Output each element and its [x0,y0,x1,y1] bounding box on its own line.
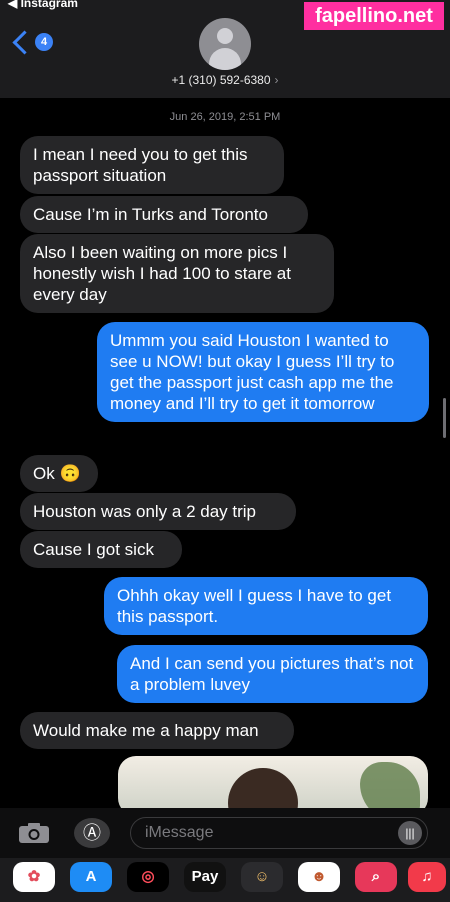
chevron-right-icon: › [274,73,279,87]
app-activity-icon[interactable]: ◎ [127,862,169,892]
message-bubble-incoming[interactable]: Cause I got sick [20,531,182,568]
app-store-drawer-icon[interactable]: A [70,862,112,892]
message-text: And I can send you pictures that’s not a… [130,654,414,694]
message-bubble-incoming[interactable]: Cause I’m in Turks and Toronto [20,196,308,233]
audio-waveform-icon[interactable]: ||| [398,821,422,845]
watermark: fapellino.net [304,2,444,30]
status-back-to-app[interactable]: ◀ Instagram [8,0,78,10]
message-text: Ummm you said Houston I wanted to see u … [110,331,395,413]
message-bubble-incoming[interactable]: Ok 🙃 [20,455,98,492]
message-bubble-outgoing[interactable]: Ohhh okay well I guess I have to get thi… [104,577,428,635]
message-input-placeholder: iMessage [145,824,214,841]
message-text: Cause I’m in Turks and Toronto [33,205,268,224]
unread-count-badge: 4 [35,33,53,51]
photo-attachment[interactable] [118,756,428,816]
message-bubble-outgoing[interactable]: And I can send you pictures that’s not a… [117,645,428,703]
message-bubble-incoming[interactable]: Also I been waiting on more pics I hones… [20,234,334,313]
message-text: Cause I got sick [33,540,154,559]
chevron-left-icon [12,29,37,55]
app-apple-pay-icon[interactable]: Pay [184,862,226,892]
contact-phone: +1 (310) 592-6380 [171,73,271,87]
message-text: I mean I need you to get this passport s… [33,145,248,185]
message-bubble-incoming[interactable]: Houston was only a 2 day trip [20,493,296,530]
message-text: Ohhh okay well I guess I have to get thi… [117,586,392,626]
message-timestamp: Jun 26, 2019, 2:51 PM [169,111,281,123]
message-bubble-incoming[interactable]: I mean I need you to get this passport s… [20,136,284,194]
message-input[interactable]: iMessage ||| [130,817,428,849]
contact-name[interactable]: +1 (310) 592-6380 › [0,73,450,87]
camera-icon[interactable] [18,822,50,844]
app-store-icon[interactable]: Ⓐ [74,818,110,848]
back-button[interactable]: 4 [12,29,53,55]
app-image-search-icon[interactable]: ⌕ [355,862,397,892]
app-memoji-icon[interactable]: ☺ [241,862,283,892]
message-text: Houston was only a 2 day trip [33,502,257,521]
message-text: Also I been waiting on more pics I hones… [33,243,291,304]
app-photos-icon[interactable]: ✿ [13,862,55,892]
message-text: Ok 🙃 [33,464,81,483]
message-bubble-incoming[interactable]: Would make me a happy man [20,712,294,749]
app-animoji-icon[interactable]: ☻ [298,862,340,892]
app-music-icon[interactable]: ♫ [408,862,446,892]
compose-bar: Ⓐ iMessage ||| [0,808,450,858]
contact-avatar[interactable] [199,18,251,70]
person-icon-body [209,48,241,70]
person-icon-head [217,28,233,44]
app-drawer: ✿ A ◎ Pay ☺ ☻ ⌕ ♫ [0,858,450,902]
message-text: Would make me a happy man [33,721,259,740]
scrollbar[interactable] [443,398,446,438]
message-bubble-outgoing[interactable]: Ummm you said Houston I wanted to see u … [97,322,429,422]
